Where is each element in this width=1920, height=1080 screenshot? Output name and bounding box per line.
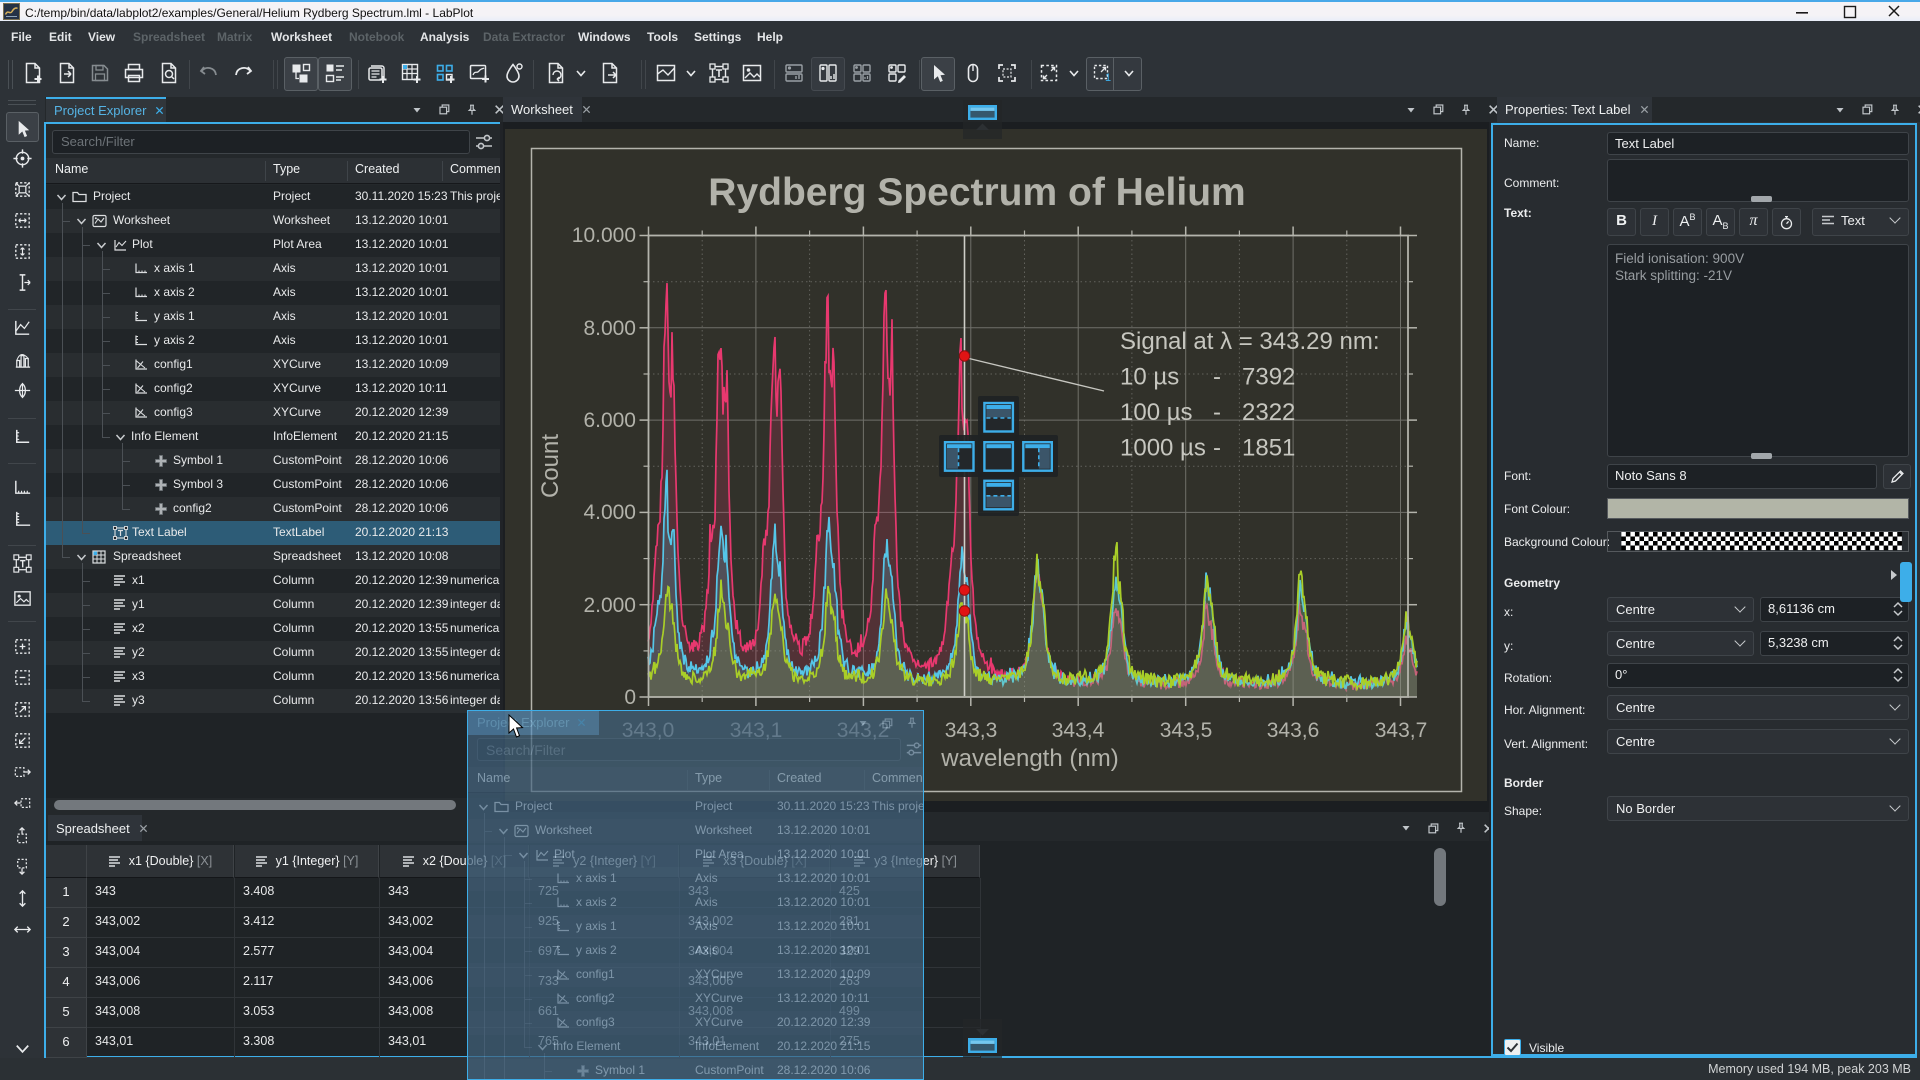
- svg-text:1000 µs: 1000 µs: [1120, 435, 1206, 462]
- svg-text:100 µs: 100 µs: [1120, 399, 1193, 426]
- svg-text:-: -: [1213, 435, 1221, 462]
- svg-text:343,6: 343,6: [1267, 719, 1320, 742]
- svg-text:1851: 1851: [1242, 435, 1295, 462]
- svg-text:Rydberg Spectrum of Helium: Rydberg Spectrum of Helium: [708, 171, 1245, 214]
- svg-text:1: 1: [1105, 72, 1111, 84]
- svg-text:343,5: 343,5: [1160, 719, 1213, 742]
- svg-text:343,3: 343,3: [945, 719, 998, 742]
- svg-text:6.000: 6.000: [583, 409, 636, 432]
- svg-text:Count: Count: [537, 434, 564, 498]
- svg-text:10.000: 10.000: [572, 224, 636, 247]
- svg-text:Signal at λ = 343.29 nm:: Signal at λ = 343.29 nm:: [1120, 328, 1380, 355]
- svg-text:10 µs: 10 µs: [1120, 364, 1179, 391]
- svg-text:2.000: 2.000: [583, 594, 636, 617]
- svg-text:2322: 2322: [1242, 399, 1295, 426]
- svg-text:343,4: 343,4: [1052, 719, 1105, 742]
- svg-text:wavelength (nm): wavelength (nm): [940, 745, 1118, 772]
- svg-text:-: -: [1213, 364, 1221, 391]
- svg-text:4.000: 4.000: [583, 501, 636, 524]
- svg-text:-: -: [1213, 399, 1221, 426]
- svg-text:8.000: 8.000: [583, 317, 636, 340]
- svg-text:343,7: 343,7: [1375, 719, 1428, 742]
- svg-text:7392: 7392: [1242, 364, 1295, 391]
- svg-text:0: 0: [624, 686, 636, 709]
